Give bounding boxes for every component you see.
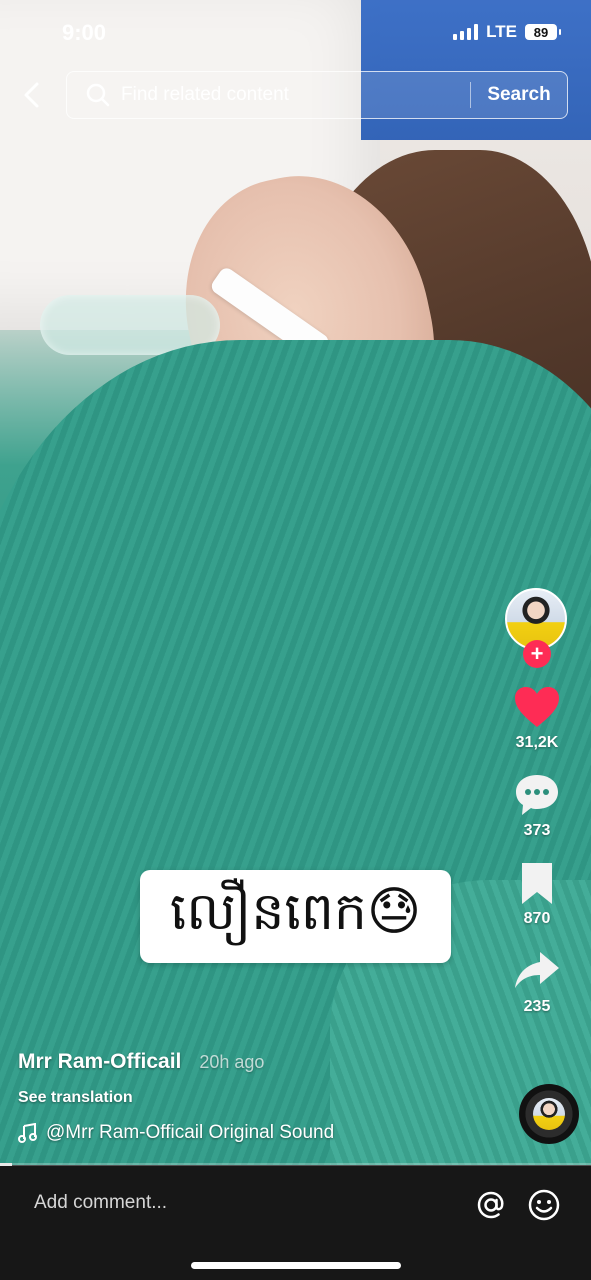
search-bar[interactable]: Search [66,71,568,119]
emoji-icon[interactable] [527,1188,561,1222]
bookmark-count: 870 [523,910,551,927]
creator-avatar-group: + [505,588,569,670]
battery-icon: 89 [525,24,561,40]
sound-disc[interactable] [519,1084,579,1144]
network-label: LTE [486,22,517,41]
status-time: 9:00 [62,20,107,45]
share-arrow-icon[interactable] [512,948,562,994]
search-button[interactable]: Search [471,84,567,106]
music-note-icon [18,1123,37,1143]
search-input[interactable] [119,83,470,107]
home-indicator [191,1262,401,1269]
back-arrow-icon[interactable] [18,80,48,110]
video-frame[interactable] [0,0,591,1165]
background-wall [361,0,591,140]
bookmark-icon[interactable] [512,860,562,906]
comment-count: 373 [523,822,551,839]
sound-disc-avatar [533,1098,565,1130]
at-mention-icon[interactable] [474,1188,508,1222]
signal-icon [453,24,479,40]
like-count: 31,2K [515,734,559,751]
like-action[interactable]: 31,2K [512,684,562,752]
sound-label[interactable]: @Mrr Ram-Officail Original Sound [46,1122,334,1144]
add-comment-input[interactable]: Add comment... [34,1192,167,1214]
comment-bubble-icon[interactable] [512,772,562,818]
caption-sticker: លឿនពេក😓 [140,870,451,963]
battery-level: 89 [533,24,549,40]
share-action[interactable]: 235 [512,948,562,1016]
caption-text: លឿនពេក😓 [169,881,422,942]
heart-icon[interactable] [512,684,562,730]
author-row: Mrr Ram-Officail 20h ago [18,1050,264,1074]
share-count: 235 [523,998,551,1015]
bookmark-action[interactable]: 870 [512,860,562,928]
search-icon [86,83,110,107]
action-rail: + 31,2K 373 870 235 [505,588,569,1016]
author-name[interactable]: Mrr Ram-Officail [18,1050,181,1074]
status-indicators: LTE 89 [453,22,561,42]
comment-action[interactable]: 373 [512,772,562,840]
post-time: 20h ago [199,1052,265,1072]
comment-bar: Add comment... [0,1166,591,1280]
follow-button[interactable]: + [523,640,551,668]
see-translation-link[interactable]: See translation [18,1089,133,1107]
sound-row[interactable]: @Mrr Ram-Officail Original Sound [18,1122,334,1144]
